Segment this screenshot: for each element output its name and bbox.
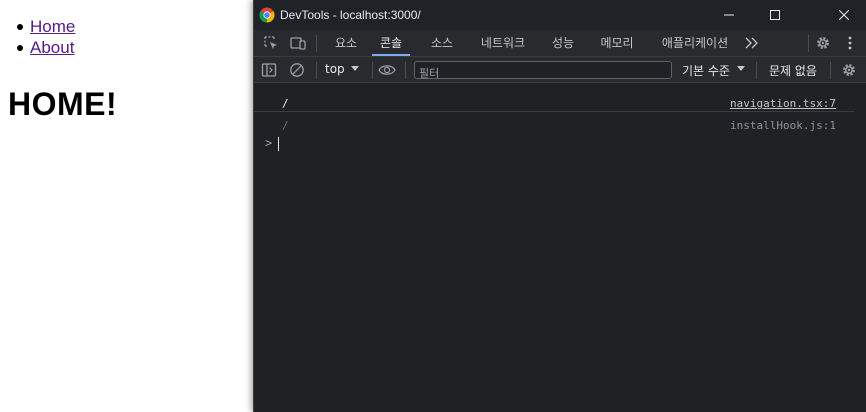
toolbar-divider	[405, 62, 406, 79]
sidebar-toggle-button[interactable]	[260, 61, 278, 79]
console-message-text: /	[282, 97, 289, 110]
toolbar-divider	[830, 62, 831, 79]
nav-item-home: Home	[16, 16, 75, 37]
toolbar-divider	[372, 62, 373, 79]
clear-icon	[290, 63, 304, 77]
kebab-menu-icon	[848, 36, 852, 50]
context-selector[interactable]: top	[325, 62, 345, 76]
issues-counter[interactable]: 문제 없음	[769, 62, 817, 79]
console-toolbar: top 기본 수준 문제 없음	[254, 57, 866, 83]
title-bar[interactable]: DevTools - localhost:3000/	[254, 0, 866, 30]
tab-network[interactable]: 네트워크	[472, 30, 534, 56]
minimize-icon	[724, 14, 734, 16]
tabbar-divider	[316, 35, 317, 52]
tab-elements[interactable]: 요소	[326, 30, 366, 56]
maximize-button[interactable]	[752, 0, 798, 30]
tab-performance[interactable]: 성능	[544, 30, 582, 56]
toolbar-divider	[316, 62, 317, 79]
gear-icon	[843, 64, 855, 76]
console-output: / navigation.tsx:7 / installHook.js:1 >	[254, 84, 866, 412]
filter-input[interactable]	[415, 65, 671, 82]
tabbar-divider-right	[808, 35, 809, 52]
minimize-button[interactable]	[706, 0, 752, 30]
log-levels-dropdown[interactable]: 기본 수준	[682, 62, 730, 79]
live-expression-button[interactable]	[378, 61, 396, 79]
eye-icon	[378, 65, 396, 75]
toolbar-divider	[756, 62, 757, 79]
tab-memory[interactable]: 메모리	[592, 30, 642, 56]
console-message-source-link[interactable]: installHook.js:1	[730, 119, 836, 132]
chevron-double-right-icon	[745, 37, 758, 49]
levels-caret-icon	[737, 66, 745, 71]
page-viewport: Home About HOME!	[0, 0, 253, 412]
settings-button[interactable]	[814, 34, 832, 52]
more-tabs-button[interactable]	[743, 34, 761, 52]
panel-tabbar: 요소 콘솔 소스 네트워크 성능 메모리 애플리케이션	[254, 30, 866, 57]
console-input-caret[interactable]	[278, 137, 279, 151]
device-toolbar-button[interactable]	[289, 34, 307, 52]
about-link[interactable]: About	[30, 38, 74, 57]
console-message-text: /	[282, 119, 289, 132]
window-title: DevTools - localhost:3000/	[280, 8, 421, 22]
nav-list: Home About	[16, 16, 75, 58]
inspect-icon	[264, 36, 277, 49]
devtools-window: DevTools - localhost:3000/ 요소 콘솔 소스 네트워크…	[253, 0, 866, 412]
console-settings-button[interactable]	[840, 61, 858, 79]
close-button[interactable]	[821, 0, 866, 30]
chevron-down-icon	[351, 66, 359, 71]
close-icon	[839, 10, 849, 20]
clear-console-button[interactable]	[288, 61, 306, 79]
tab-sources[interactable]: 소스	[422, 30, 462, 56]
console-message: / navigation.tsx:7	[254, 90, 854, 112]
nav-item-about: About	[16, 37, 75, 58]
customize-menu-button[interactable]	[841, 34, 859, 52]
chrome-icon	[259, 7, 275, 23]
tab-application[interactable]: 애플리케이션	[652, 30, 738, 56]
prompt-chevron-icon: >	[265, 136, 273, 150]
inspect-element-button[interactable]	[262, 34, 280, 52]
home-link[interactable]: Home	[30, 17, 75, 36]
filter-box	[414, 61, 672, 82]
sidebar-icon	[261, 63, 277, 77]
console-message: / installHook.js:1	[254, 112, 854, 134]
tab-console[interactable]: 콘솔	[372, 30, 410, 56]
device-toggle-icon	[290, 37, 306, 50]
console-message-source-link[interactable]: navigation.tsx:7	[730, 97, 836, 110]
page-heading: HOME!	[8, 86, 118, 122]
gear-icon	[817, 37, 829, 49]
maximize-icon	[770, 10, 780, 20]
